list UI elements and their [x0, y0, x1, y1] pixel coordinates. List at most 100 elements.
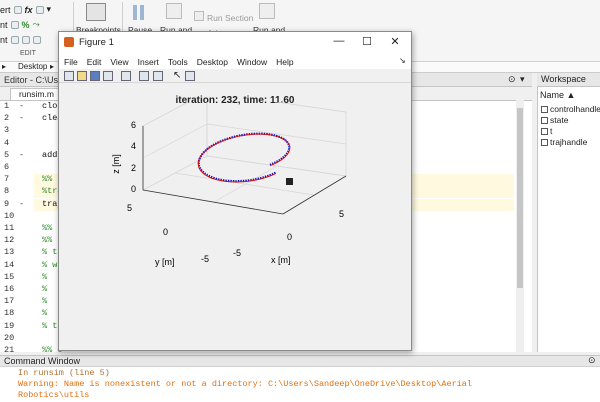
outdent-icon[interactable] — [32, 35, 41, 44]
comment-icon[interactable] — [10, 20, 19, 29]
property-editor-icon[interactable] — [185, 71, 195, 81]
menu-help[interactable]: Help — [276, 57, 293, 67]
command-warning-line: Robotics\utils — [18, 390, 90, 400]
editor-scrollbar-thumb[interactable] — [517, 108, 523, 288]
line-gutter[interactable]: 16 — [0, 284, 34, 296]
colorbar-icon[interactable] — [139, 71, 149, 81]
line-gutter[interactable]: 1- — [0, 101, 34, 113]
indent-icon[interactable] — [10, 35, 19, 44]
breakpoint-marker[interactable]: - — [19, 199, 24, 209]
line-gutter[interactable]: 9- — [0, 199, 34, 211]
code-line[interactable]: % — [42, 296, 47, 306]
run-section-icon[interactable] — [194, 11, 204, 21]
workspace-var-trajhandle[interactable]: trajhandle — [541, 137, 587, 147]
print-icon[interactable] — [103, 71, 113, 81]
menu-desktop[interactable]: Desktop — [197, 57, 228, 67]
workspace-var-t[interactable]: t — [541, 126, 552, 136]
line-number: 11 — [4, 223, 15, 233]
plot-3d-axes[interactable]: 0 2 4 6 z [m] 5 0 -5 y [m] -5 0 5 x [m] — [59, 102, 411, 342]
save-icon[interactable] — [90, 71, 100, 81]
tab-runsim[interactable]: runsim.m — [10, 88, 65, 100]
cursor-icon[interactable]: ↖ — [173, 70, 181, 81]
workspace-header-label: Name — [540, 90, 565, 100]
close-icon[interactable]: ✕ — [385, 35, 405, 48]
table-icon[interactable] — [35, 5, 44, 14]
ribbon-row-insert[interactable]: ert fx ▾ — [0, 2, 51, 17]
dock-arrow-icon[interactable]: ↘ — [399, 56, 406, 65]
line-gutter[interactable]: 11 — [0, 223, 34, 235]
line-gutter[interactable]: 12 — [0, 235, 34, 247]
line-gutter[interactable]: 7 — [0, 174, 34, 186]
panel-actions-icon[interactable]: ⊙ — [508, 74, 516, 85]
x-tick-label: -5 — [233, 248, 241, 258]
minimize-icon[interactable]: — — [329, 35, 349, 47]
line-gutter[interactable]: 8 — [0, 186, 34, 198]
menu-file[interactable]: File — [64, 57, 78, 67]
maximize-icon[interactable]: ☐ — [357, 35, 377, 48]
smart-indent-icon[interactable] — [21, 35, 30, 44]
breakpoint-marker[interactable]: - — [19, 101, 24, 111]
menu-view[interactable]: View — [110, 57, 128, 67]
panel-actions-icon[interactable]: ⊙ — [588, 355, 596, 366]
figure-titlebar[interactable]: Figure 1 — ☐ ✕ — [59, 32, 411, 54]
line-gutter[interactable]: 18 — [0, 308, 34, 320]
wrap-comment-icon[interactable]: ⤳ — [33, 19, 40, 30]
workspace-name-header[interactable]: Name ▲ — [540, 90, 575, 100]
menu-edit[interactable]: Edit — [87, 57, 102, 67]
line-gutter[interactable]: 14 — [0, 260, 34, 272]
desktop-breadcrumb[interactable]: Desktop — [18, 62, 47, 71]
percent-icon[interactable]: % — [22, 20, 30, 30]
line-gutter[interactable]: 15 — [0, 272, 34, 284]
workspace-var-controlhandle[interactable]: controlhandle — [541, 104, 600, 114]
breakpoint-marker[interactable]: - — [19, 150, 24, 160]
line-gutter[interactable]: 3 — [0, 125, 34, 137]
insert-icon[interactable] — [13, 5, 22, 14]
line-gutter[interactable]: 10 — [0, 211, 34, 223]
legend-icon[interactable] — [153, 71, 163, 81]
line-gutter[interactable]: 19 — [0, 321, 34, 333]
code-line[interactable]: % — [42, 284, 47, 294]
line-number: 19 — [4, 320, 15, 331]
code-line[interactable]: % — [42, 272, 47, 282]
new-figure-icon[interactable] — [64, 71, 74, 81]
menu-insert[interactable]: Insert — [138, 57, 159, 67]
axes-frame — [142, 126, 347, 215]
line-number: 8 — [4, 186, 10, 197]
run-and-advance-icon[interactable] — [166, 3, 182, 19]
link-plot-icon[interactable] — [121, 71, 131, 81]
chevron-down-icon[interactable]: ▾ — [47, 4, 52, 15]
line-gutter[interactable]: 17 — [0, 296, 34, 308]
y-tick-label: 5 — [127, 203, 132, 213]
code-line[interactable]: % t — [42, 321, 57, 331]
line-gutter[interactable]: 2- — [0, 113, 34, 125]
ribbon-row-comment[interactable]: nt % ⤳ — [0, 17, 40, 32]
code-line[interactable]: % — [42, 308, 47, 318]
line-gutter[interactable]: 6 — [0, 162, 34, 174]
menu-window[interactable]: Window — [237, 57, 267, 67]
run-section-button[interactable]: Run Section — [207, 13, 253, 23]
fx-icon[interactable]: fx — [25, 5, 33, 15]
line-gutter[interactable]: 21 — [0, 345, 34, 357]
chevron-right-icon[interactable]: ▸ — [50, 62, 54, 71]
breakpoint-marker[interactable]: - — [19, 113, 24, 123]
figure-toolbar: ↖ — [59, 69, 411, 83]
menu-tools[interactable]: Tools — [168, 57, 188, 67]
figure-window[interactable]: Figure 1 — ☐ ✕ File Edit View Insert Too… — [58, 31, 412, 351]
code-line[interactable]: % t — [42, 247, 57, 257]
workspace-var-state[interactable]: state — [541, 115, 568, 125]
ribbon-row-label: nt — [0, 19, 8, 30]
line-gutter[interactable]: 4 — [0, 138, 34, 150]
open-file-icon[interactable] — [77, 71, 87, 81]
breakpoints-icon[interactable] — [86, 3, 106, 21]
run-and-time-icon[interactable] — [259, 3, 275, 19]
line-gutter[interactable]: 20 — [0, 333, 34, 345]
line-number: 7 — [4, 174, 10, 185]
pause-icon[interactable] — [132, 5, 146, 20]
code-line[interactable]: % w — [42, 260, 57, 270]
panel-menu-icon[interactable]: ▾ — [520, 74, 525, 85]
line-gutter[interactable]: 5- — [0, 150, 34, 162]
x-tick-label: 5 — [339, 209, 344, 219]
ribbon-row-indent[interactable]: nt — [0, 32, 41, 47]
chevron-right-icon[interactable]: ▸ — [2, 62, 6, 71]
line-gutter[interactable]: 13 — [0, 247, 34, 259]
